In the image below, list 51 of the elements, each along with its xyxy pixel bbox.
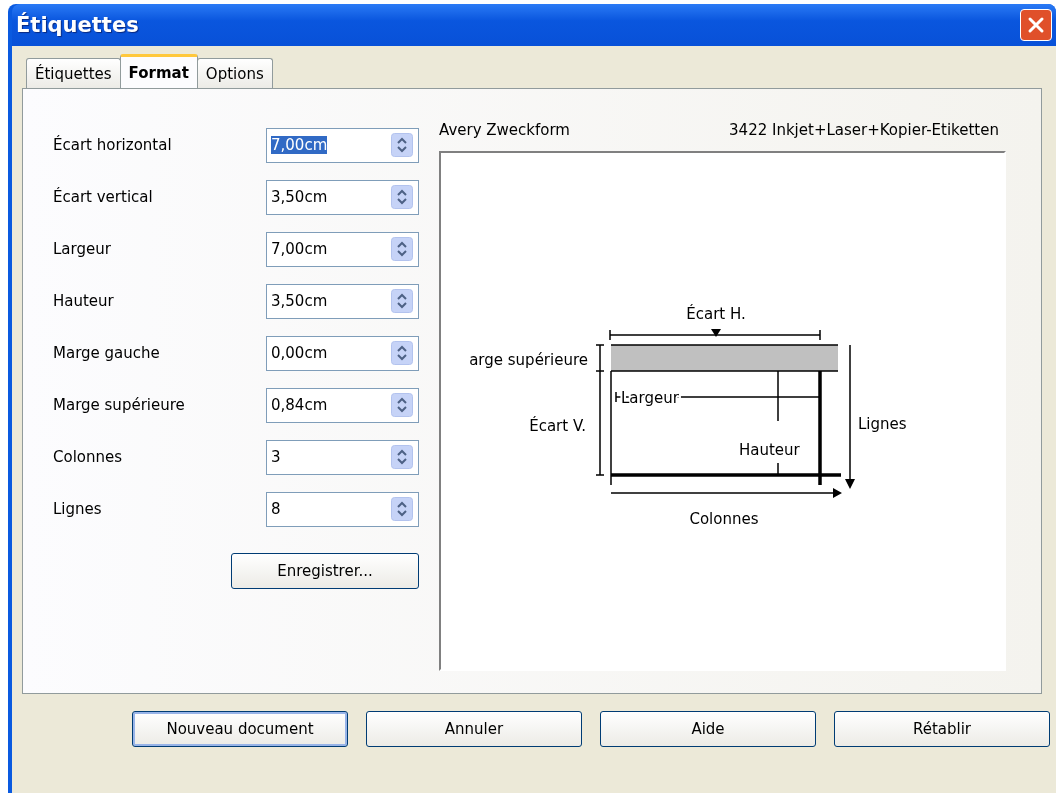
spin-arrows-icon[interactable] bbox=[391, 497, 413, 521]
tab[interactable]: Format bbox=[119, 54, 198, 88]
spin-arrows-icon[interactable] bbox=[391, 185, 413, 209]
dialog-button[interactable]: Nouveau document bbox=[132, 711, 348, 747]
product-label: 3422 Inkjet+Laser+Kopier-Etiketten bbox=[729, 121, 999, 139]
field-value: 7,00cm bbox=[271, 240, 328, 258]
spin-arrows-icon[interactable] bbox=[391, 341, 413, 365]
spin-arrows-icon[interactable] bbox=[391, 237, 413, 261]
window-title: Étiquettes bbox=[16, 13, 139, 37]
field-label: Écart horizontal bbox=[53, 136, 172, 154]
spin-field[interactable]: 0,84cm bbox=[266, 387, 419, 423]
field-value: 0,00cm bbox=[271, 344, 328, 362]
top-margin-label: arge supérieure bbox=[469, 351, 588, 369]
field-label: Écart vertical bbox=[53, 188, 153, 206]
save-button[interactable]: Enregistrer... bbox=[231, 553, 419, 589]
gap-v-label: Écart V. bbox=[529, 417, 586, 435]
field-value: 0,84cm bbox=[271, 396, 328, 414]
spin-field[interactable]: 8 bbox=[266, 491, 419, 527]
rows-label: Lignes bbox=[858, 415, 907, 433]
spin-arrows-icon[interactable] bbox=[391, 445, 413, 469]
spin-arrows-icon[interactable] bbox=[391, 393, 413, 417]
spin-field[interactable]: 0,00cm bbox=[266, 335, 419, 371]
field-label: Lignes bbox=[53, 500, 102, 518]
dialog-button[interactable]: Rétablir bbox=[834, 711, 1050, 747]
close-icon bbox=[1026, 15, 1046, 35]
columns-label: Colonnes bbox=[689, 510, 759, 528]
field-label: Hauteur bbox=[53, 292, 114, 310]
tab[interactable]: Options bbox=[196, 58, 273, 88]
field-value: 3 bbox=[271, 448, 281, 466]
spin-field[interactable]: 3,50cm bbox=[266, 179, 419, 215]
field-label: Marge gauche bbox=[53, 344, 160, 362]
field-value: 7,00cm bbox=[271, 136, 328, 154]
field-value: 3,50cm bbox=[271, 188, 328, 206]
spin-field[interactable]: 7,00cm bbox=[266, 127, 419, 163]
tab[interactable]: Étiquettes bbox=[26, 58, 121, 88]
close-button[interactable] bbox=[1020, 9, 1052, 41]
spin-field[interactable]: 7,00cm bbox=[266, 231, 419, 267]
brand-label: Avery Zweckform bbox=[439, 121, 570, 139]
dialog-button[interactable]: Aide bbox=[600, 711, 816, 747]
field-label: Marge supérieure bbox=[53, 396, 185, 414]
spin-field[interactable]: 3 bbox=[266, 439, 419, 475]
dialog-button[interactable]: Annuler bbox=[366, 711, 582, 747]
field-label: Colonnes bbox=[53, 448, 123, 466]
spin-arrows-icon[interactable] bbox=[391, 289, 413, 313]
field-label: Largeur bbox=[53, 240, 111, 258]
field-value: 3,50cm bbox=[271, 292, 328, 310]
spin-arrows-icon[interactable] bbox=[391, 133, 413, 157]
spin-field[interactable]: 3,50cm bbox=[266, 283, 419, 319]
height-label: Hauteur bbox=[739, 441, 800, 459]
field-value: 8 bbox=[271, 500, 281, 518]
gap-h-label: Écart H. bbox=[686, 305, 746, 323]
